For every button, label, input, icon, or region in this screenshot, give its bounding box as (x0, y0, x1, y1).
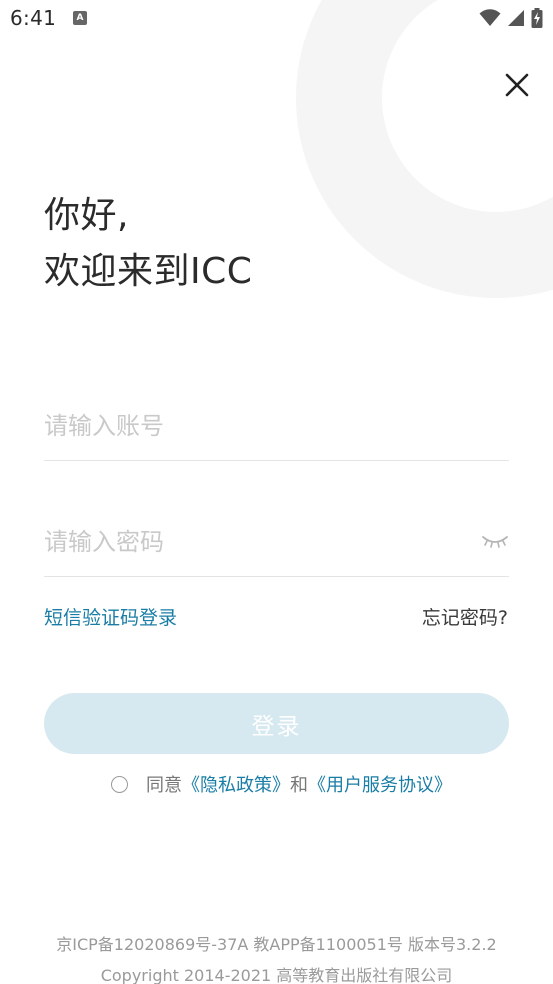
footer-copyright: Copyright 2014-2021 高等教育出版社有限公司 (100, 966, 453, 984)
sms-login-link[interactable]: 短信验证码登录 (44, 603, 177, 630)
user-agreement-link[interactable]: 《用户服务协议》 (308, 771, 452, 797)
close-icon[interactable] (502, 70, 532, 100)
password-field (44, 509, 509, 577)
agreement-and: 和 (290, 775, 308, 796)
privacy-policy-link[interactable]: 《隐私政策》 (182, 771, 290, 797)
status-time: 6:41 (10, 6, 57, 30)
status-bar: 6:41 A (0, 0, 553, 38)
agreement-row: 同意 《隐私政策》 和 《用户服务协议》 (111, 770, 452, 798)
account-input[interactable] (44, 393, 464, 459)
account-field (44, 393, 509, 461)
login-page: 6:41 A 你好, 欢迎来到ICC 请输入账号 短信验证码登录 忘记密码? 登… (0, 0, 553, 984)
greeting: 你好, 欢迎来到ICC (44, 188, 252, 300)
agreement-prefix: 同意 (146, 775, 182, 796)
greeting-line-2: 欢迎来到ICC (44, 251, 253, 292)
forgot-password-link[interactable]: 忘记密码? (422, 603, 508, 630)
agreement-checkbox[interactable] (111, 775, 128, 793)
eye-closed-icon[interactable] (481, 531, 509, 551)
status-icons (479, 8, 543, 28)
signal-icon (508, 10, 524, 26)
decorative-arc (296, 0, 553, 298)
greeting-line-1: 你好, (44, 195, 129, 236)
wifi-icon (479, 9, 501, 26)
footer-license: 京ICP备12020869号-37A 教APP备1100051号 版本号3.2.… (56, 935, 497, 954)
password-input[interactable] (44, 509, 464, 575)
battery-charging-icon (531, 8, 543, 28)
notification-icon: A (73, 11, 87, 25)
login-button[interactable]: 登录 (44, 693, 509, 754)
